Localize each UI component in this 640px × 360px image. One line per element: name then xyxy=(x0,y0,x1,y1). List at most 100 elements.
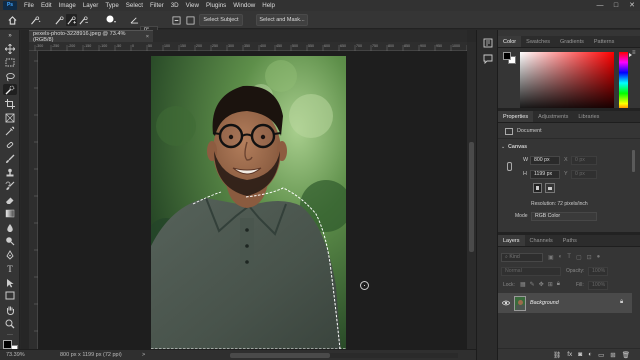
layer-row-background[interactable]: Background 🔒︎ xyxy=(498,293,632,313)
menu-file[interactable]: File xyxy=(24,2,34,9)
mode-select[interactable]: RGB Color xyxy=(531,212,597,221)
eraser-tool-icon[interactable] xyxy=(3,194,17,205)
link-layers-icon[interactable]: ⛓︎ xyxy=(553,351,561,359)
close-window-button[interactable]: ✕ xyxy=(624,0,640,11)
color-field[interactable] xyxy=(520,52,614,114)
collapse-arrows-icon[interactable]: » xyxy=(3,33,17,39)
rectangle-tool-icon[interactable] xyxy=(3,290,17,301)
dodge-tool-icon[interactable] xyxy=(3,235,17,246)
tab-properties[interactable]: Properties xyxy=(498,111,534,122)
eyedropper-tool-icon[interactable] xyxy=(3,125,17,136)
panel-menu-icon[interactable]: ≡ xyxy=(632,50,636,56)
document-tab[interactable]: pexels-photo-3228916.jpeg @ 73.4% (RGB/8… xyxy=(29,30,153,43)
filter-type-icon[interactable]: T xyxy=(567,254,571,262)
lock-image-icon[interactable]: ✎ xyxy=(530,281,535,288)
blur-tool-icon[interactable] xyxy=(3,222,17,233)
menu-edit[interactable]: Edit xyxy=(41,2,52,9)
filter-smart-object-icon[interactable]: ⊡ xyxy=(587,254,592,262)
new-group-icon[interactable]: ▭ xyxy=(598,351,604,359)
layer-filter-kind[interactable]: ⌕ Kind xyxy=(501,253,543,262)
new-selection-icon[interactable] xyxy=(54,14,65,26)
lock-position-icon[interactable]: ✥ xyxy=(539,281,544,288)
crop-tool-icon[interactable] xyxy=(3,98,17,109)
tab-swatches[interactable]: Swatches xyxy=(521,36,555,47)
clone-stamp-tool-icon[interactable] xyxy=(3,167,17,178)
spot-healing-brush-tool-icon[interactable] xyxy=(3,139,17,150)
minimize-button[interactable]: — xyxy=(592,0,608,11)
menu-help[interactable]: Help xyxy=(262,2,275,9)
home-icon[interactable] xyxy=(6,14,18,26)
lock-transparent-icon[interactable]: ▦ xyxy=(520,281,526,288)
brush-size-icon[interactable] xyxy=(104,14,118,26)
menu-filter[interactable]: Filter xyxy=(150,2,164,9)
frame-tool-icon[interactable] xyxy=(3,112,17,123)
tab-color[interactable]: Color xyxy=(498,36,522,47)
fill-input[interactable]: 100% xyxy=(588,281,608,290)
y-input[interactable]: 0 px xyxy=(571,170,597,179)
path-selection-tool-icon[interactable] xyxy=(3,277,17,288)
portrait-orientation-icon[interactable] xyxy=(533,183,542,193)
menu-view[interactable]: View xyxy=(186,2,199,9)
hue-slider[interactable] xyxy=(619,52,628,114)
layer-style-icon[interactable]: fx xyxy=(567,351,572,358)
new-layer-icon[interactable]: ⊞ xyxy=(610,351,615,359)
horizontal-scrollbar-thumb[interactable] xyxy=(230,353,330,358)
document-image[interactable] xyxy=(151,56,346,349)
scrollbar-thumb[interactable] xyxy=(469,142,474,252)
layer-name[interactable]: Background xyxy=(530,300,559,306)
lock-all-icon[interactable]: 🔒︎ xyxy=(557,281,560,288)
subtract-from-selection-icon[interactable] xyxy=(78,14,89,26)
brush-tool-icon[interactable] xyxy=(3,153,17,164)
zoom-level[interactable]: 73.39% xyxy=(6,352,25,358)
filter-pixel-icon[interactable]: ▣ xyxy=(548,254,554,262)
select-and-mask-button[interactable]: Select and Mask... xyxy=(256,14,308,26)
sample-all-layers-icon[interactable] xyxy=(170,14,182,26)
filter-adjustment-icon[interactable]: ◐ xyxy=(559,254,563,262)
lock-artboard-icon[interactable]: ⊞ xyxy=(548,281,553,288)
delete-layer-icon[interactable]: 🗑︎ xyxy=(622,351,630,359)
tab-patterns[interactable]: Patterns xyxy=(589,36,619,47)
close-document-icon[interactable]: × xyxy=(146,34,149,40)
opacity-input[interactable]: 100% xyxy=(588,267,608,276)
more-tools-icon[interactable]: ··· xyxy=(3,330,17,339)
height-input[interactable]: 1199 px xyxy=(530,170,560,179)
hand-tool-icon[interactable] xyxy=(3,304,17,315)
layer-lock-icon[interactable]: 🔒︎ xyxy=(620,299,623,306)
horizontal-scrollbar[interactable] xyxy=(230,353,458,358)
tab-libraries[interactable]: Libraries xyxy=(573,111,604,122)
gradient-tool-icon[interactable] xyxy=(3,208,17,219)
blend-mode-select[interactable]: Normal xyxy=(501,267,561,276)
filter-shape-icon[interactable]: ▢ xyxy=(576,254,582,262)
menu-select[interactable]: Select xyxy=(126,2,143,9)
tab-paths[interactable]: Paths xyxy=(558,235,582,246)
menu-window[interactable]: Window xyxy=(233,2,255,9)
rectangular-marquee-tool-icon[interactable] xyxy=(3,57,17,68)
link-dimensions-icon[interactable] xyxy=(507,162,512,171)
adjustment-layer-icon[interactable]: ◐ xyxy=(588,351,592,358)
properties-scrollbar[interactable] xyxy=(632,150,635,172)
menu-layer[interactable]: Layer xyxy=(83,2,98,9)
landscape-orientation-icon[interactable] xyxy=(545,183,555,193)
type-tool-icon[interactable]: T xyxy=(3,263,17,274)
menu-3d[interactable]: 3D xyxy=(171,2,179,9)
menu-plugins[interactable]: Plugins xyxy=(206,2,226,9)
pen-tool-icon[interactable] xyxy=(3,249,17,260)
menu-image[interactable]: Image xyxy=(59,2,76,9)
menu-type[interactable]: Type xyxy=(105,2,118,9)
status-menu-arrow[interactable]: > xyxy=(142,352,145,358)
layer-visibility-eye-icon[interactable] xyxy=(501,300,511,306)
panel-foreground-swatch[interactable] xyxy=(503,52,511,60)
tab-adjustments[interactable]: Adjustments xyxy=(533,111,573,122)
add-mask-icon[interactable]: ◙ xyxy=(578,351,582,358)
comments-panel-icon[interactable] xyxy=(482,54,494,66)
tab-gradients[interactable]: Gradients xyxy=(555,36,589,47)
tab-channels[interactable]: Channels xyxy=(525,235,558,246)
move-tool-icon[interactable] xyxy=(3,43,17,54)
history-panel-icon[interactable] xyxy=(482,38,494,50)
add-to-selection-icon[interactable] xyxy=(66,14,77,26)
x-input[interactable]: 0 px xyxy=(571,156,597,165)
filter-toggle-icon[interactable]: ● xyxy=(597,254,601,262)
lasso-tool-icon[interactable] xyxy=(3,71,17,82)
maximize-button[interactable]: □ xyxy=(608,0,624,11)
quick-selection-preset-icon[interactable] xyxy=(28,14,44,26)
